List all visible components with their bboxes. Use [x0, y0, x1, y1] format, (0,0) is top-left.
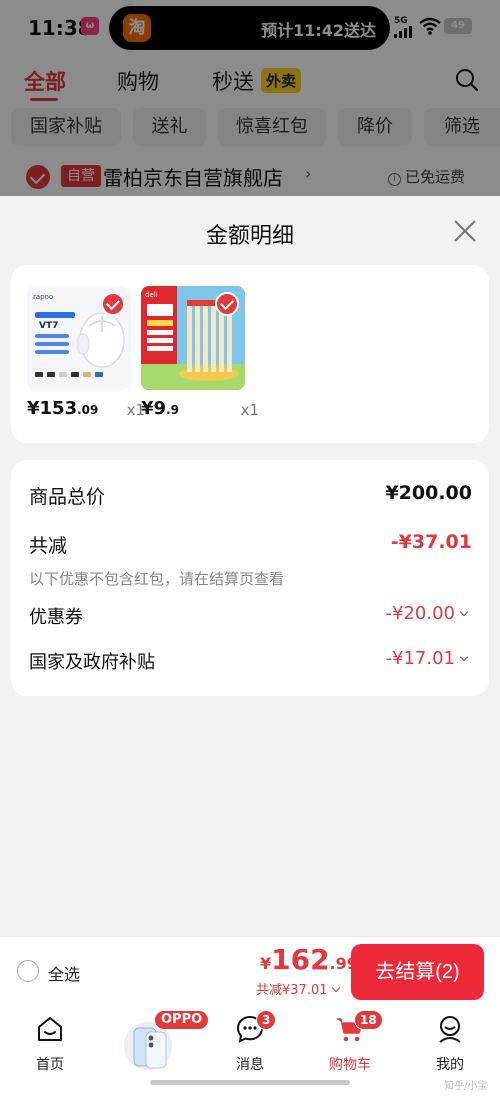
price-summary-card: 商品总价 ¥200.00 共减 -¥37.01 以下优惠不包含红包，请在结算页查…: [11, 460, 489, 696]
product-item[interactable]: deli ¥9.9 x1: [141, 286, 259, 419]
product-check-icon[interactable]: [101, 292, 125, 316]
checkout-bar: 全选 ¥162.99 共减¥37.01 去结算(2): [0, 936, 500, 1006]
goods-total-value: ¥200.00: [385, 482, 472, 504]
product-price: ¥153.09: [27, 398, 99, 419]
tab-profile[interactable]: 我的: [410, 1012, 490, 1078]
subsidy-value: -¥17.01: [385, 648, 455, 669]
checkout-button[interactable]: 去结算(2): [351, 944, 484, 1000]
home-indicator[interactable]: [150, 1080, 350, 1085]
product-check-icon[interactable]: [215, 292, 239, 316]
goods-total-label: 商品总价: [29, 486, 106, 508]
profile-icon: [439, 1016, 461, 1043]
coupon-label: 优惠券: [29, 607, 83, 628]
total-price: ¥162.99: [260, 943, 358, 976]
product-model: VT7: [39, 321, 58, 331]
sheet-title: 金额明细: [205, 224, 294, 249]
product-price: ¥9.9: [141, 398, 179, 419]
tab-phone-promo[interactable]: OPPO: [110, 1010, 210, 1078]
cart-badge: 18: [354, 1010, 383, 1030]
product-item[interactable]: rapoo VT7 ¥153.09 x1: [27, 286, 145, 419]
tab-messages-label: 消息: [236, 1057, 264, 1073]
total-reduction-value: -¥37.01: [390, 531, 472, 553]
bottom-tab-bar: 首页 OPPO 3 消息 18 购物车 我的: [0, 1006, 500, 1100]
product-brand: deli: [145, 291, 158, 299]
product-brand: rapoo: [33, 293, 53, 301]
home-icon: [38, 1017, 62, 1041]
coupon-row[interactable]: -¥20.00: [385, 603, 469, 624]
chevron-down-icon: [331, 983, 340, 993]
modal-backdrop[interactable]: [0, 0, 500, 196]
wireless-mouse-product-image: rapoo VT7: [27, 286, 131, 390]
subsidy-label: 国家及政府补贴: [29, 652, 155, 673]
close-icon[interactable]: [452, 218, 478, 244]
subsidy-row[interactable]: -¥17.01: [385, 648, 469, 669]
discount-note: 以下优惠不包含红包，请在结算页查看: [29, 570, 285, 588]
tab-messages[interactable]: 3 消息: [210, 1010, 290, 1078]
coupon-value: -¥20.00: [385, 603, 455, 624]
pencil-set-product-image: deli: [141, 286, 245, 390]
tab-home[interactable]: 首页: [10, 1012, 90, 1078]
total-saved-toggle[interactable]: 共减¥37.01: [256, 979, 340, 998]
messages-badge: 3: [256, 1010, 277, 1030]
tab-cart-label: 购物车: [329, 1057, 371, 1073]
product-quantity: x1: [240, 401, 259, 419]
products-card: rapoo VT7 ¥153.09 x1 deli ¥9.9 x1: [11, 265, 489, 443]
chevron-down-icon: [459, 607, 469, 617]
tab-cart[interactable]: 18 购物车: [310, 1010, 390, 1078]
oppo-badge: OPPO: [154, 1010, 210, 1030]
total-reduction-label: 共减: [29, 535, 68, 557]
chevron-down-icon: [459, 652, 469, 662]
tab-home-label: 首页: [36, 1057, 64, 1073]
select-all-label[interactable]: 全选: [48, 961, 80, 985]
watermark: 知乎/小宝: [444, 1081, 488, 1092]
price-detail-sheet: 金额明细 rapoo VT7 ¥153.09 x1 deli ¥9.9 x1 商…: [0, 196, 500, 936]
select-all-radio[interactable]: [17, 960, 39, 982]
tab-profile-label: 我的: [436, 1057, 464, 1073]
